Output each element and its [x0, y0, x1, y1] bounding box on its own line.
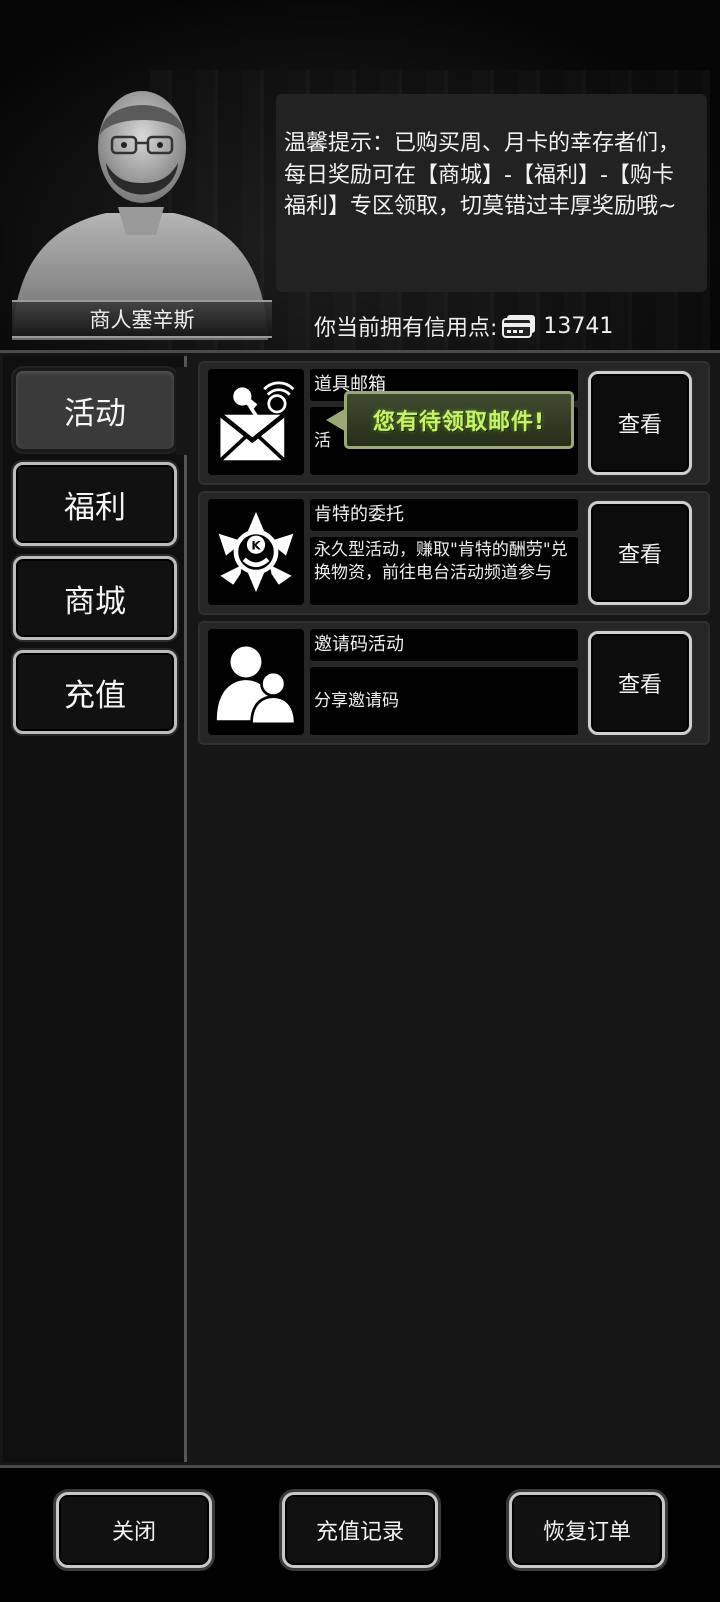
view-button-label: 查看	[617, 543, 662, 568]
sidebar: 活动 福利 商城 充值	[3, 356, 192, 1462]
tab-welfare[interactable]: 福利	[13, 462, 177, 546]
unclaimed-mail-badge: 您有待领取邮件!	[324, 391, 574, 449]
list-item-invite-code: 邀请码活动 分享邀请码 查看	[198, 621, 710, 745]
view-mailbox-button[interactable]: 查看	[588, 371, 692, 475]
users-icon	[208, 629, 304, 735]
tip-bubble: 温馨提示：已购买周、月卡的幸存者们，每日奖励可在【商城】-【福利】-【购卡福利】…	[276, 94, 707, 292]
tab-label: 充值	[64, 677, 126, 714]
recharge-history-label: 充值记录	[315, 1520, 404, 1545]
row-title: 肯特的委托	[310, 499, 578, 531]
view-kent-commission-button[interactable]: 查看	[588, 501, 692, 605]
kent-emblem-icon: K	[208, 499, 304, 605]
credits-display: 你当前拥有信用点: 13741	[314, 310, 613, 342]
row-desc: 永久型活动，赚取"肯特的酬劳"兑换物资，前往电台活动频道参与	[310, 537, 578, 605]
view-button-label: 查看	[617, 413, 662, 438]
header: 商人塞辛斯 温馨提示：已购买周、月卡的幸存者们，每日奖励可在【商城】-【福利】-…	[0, 0, 720, 350]
credits-label: 你当前拥有信用点:	[314, 316, 498, 341]
badge-text: 您有待领取邮件!	[344, 391, 574, 449]
credit-card-icon	[501, 314, 537, 338]
npc-name-plate: 商人塞辛斯	[12, 300, 272, 338]
mail-pin-icon	[208, 369, 304, 475]
recharge-history-button[interactable]: 充值记录	[282, 1492, 438, 1568]
tab-shop[interactable]: 商城	[13, 556, 177, 640]
restore-order-label: 恢复订单	[542, 1520, 631, 1545]
tab-activity[interactable]: 活动	[13, 367, 192, 455]
row-title: 邀请码活动	[310, 629, 578, 661]
close-button[interactable]: 关闭	[56, 1492, 212, 1568]
list-item-mailbox: 道具邮箱 活 您有待领取邮件! 查看	[198, 361, 710, 485]
tab-recharge[interactable]: 充值	[13, 650, 177, 734]
credits-value: 13741	[543, 313, 614, 339]
svg-text:K: K	[251, 538, 261, 552]
main-panel: 活动 福利 商城 充值 道具邮箱 活 您有待领取邮件! 查看 K 肯特的委托 永…	[0, 350, 720, 1468]
tip-text: 温馨提示：已购买周、月卡的幸存者们，每日奖励可在【商城】-【福利】-【购卡福利】…	[284, 131, 681, 219]
tab-label: 商城	[64, 583, 126, 620]
list-item-kent-commission: K 肯特的委托 永久型活动，赚取"肯特的酬劳"兑换物资，前往电台活动频道参与 查…	[198, 491, 710, 615]
view-button-label: 查看	[617, 673, 662, 698]
restore-order-button[interactable]: 恢复订单	[509, 1492, 665, 1568]
row-desc: 分享邀请码	[310, 667, 578, 735]
tab-label: 活动	[64, 395, 126, 432]
tab-label: 福利	[64, 489, 126, 526]
close-button-label: 关闭	[111, 1520, 156, 1545]
activity-list: 道具邮箱 活 您有待领取邮件! 查看 K 肯特的委托 永久型活动，赚取"肯特的酬…	[192, 359, 710, 1459]
npc-name: 商人塞辛斯	[89, 308, 195, 332]
footer: 关闭 充值记录 恢复订单	[0, 1468, 720, 1602]
view-invite-code-button[interactable]: 查看	[588, 631, 692, 735]
